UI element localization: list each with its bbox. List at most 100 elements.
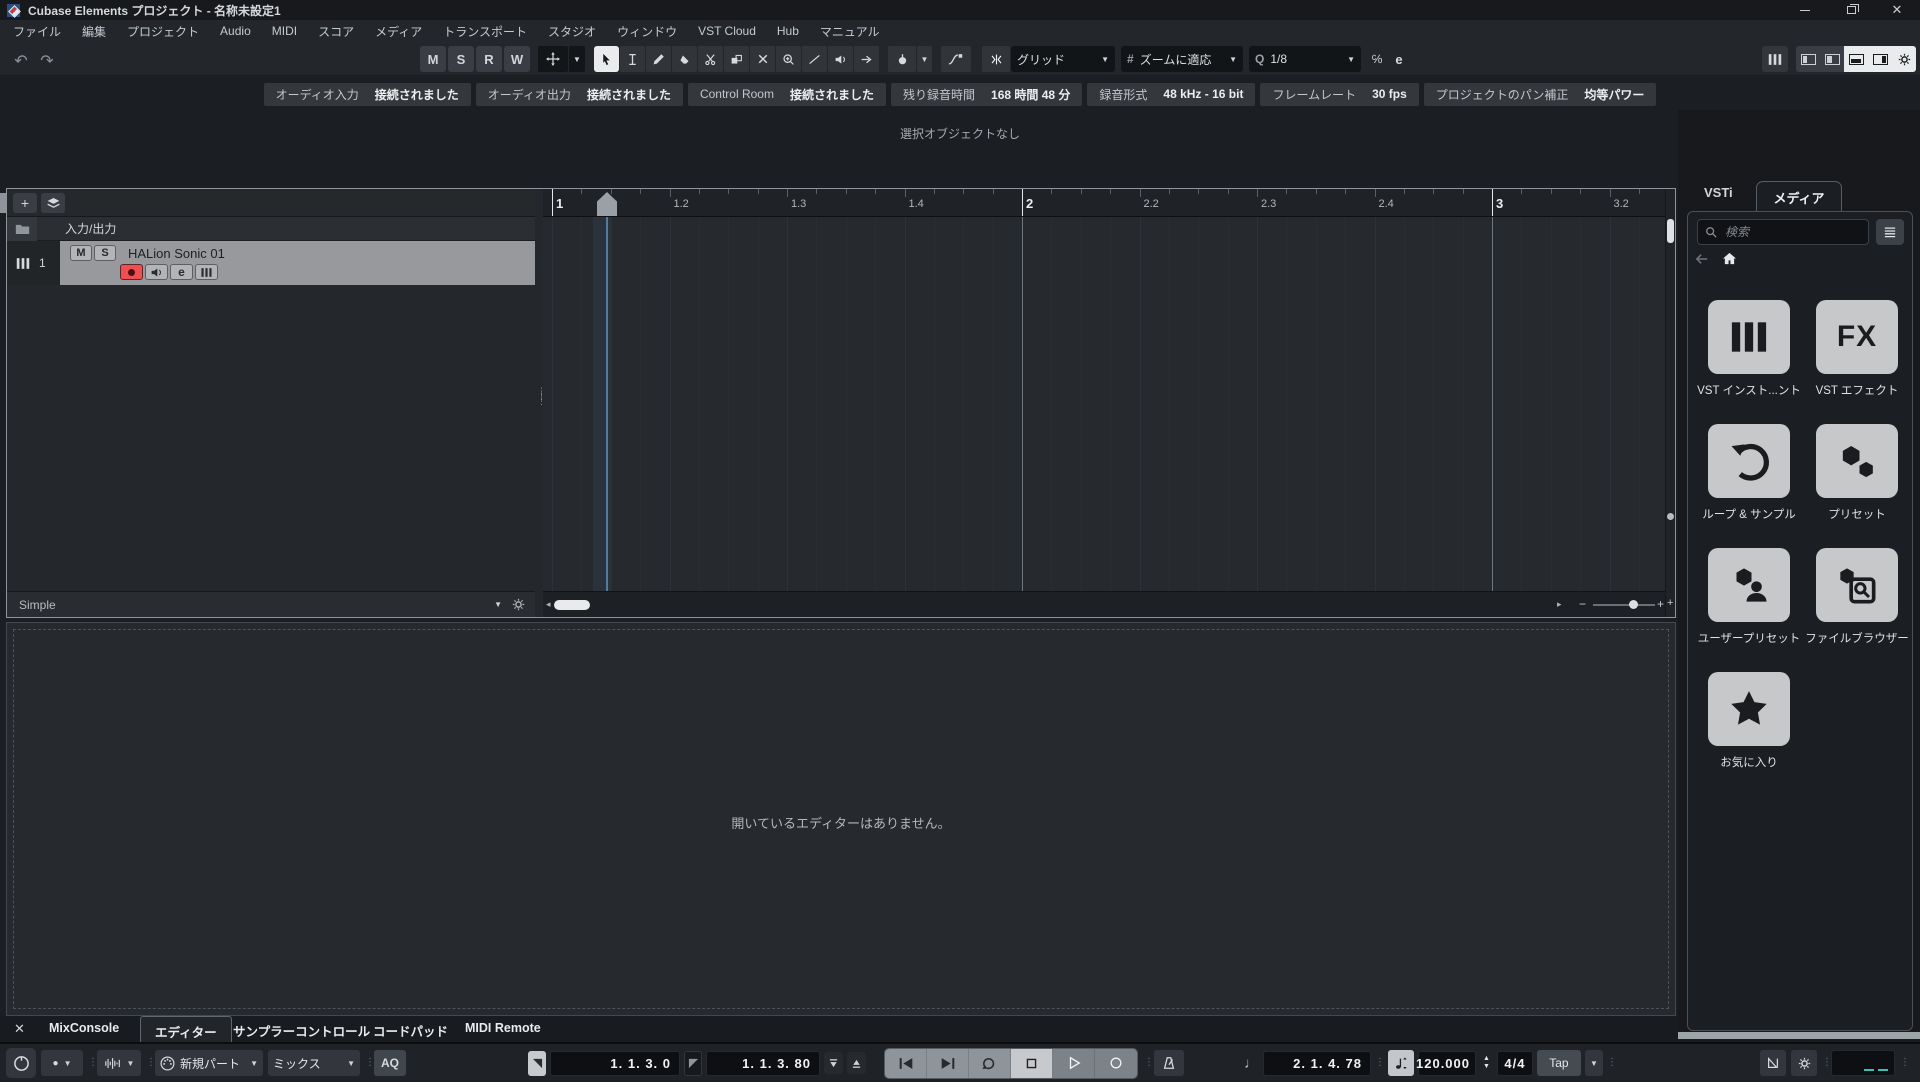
split-tool[interactable] (698, 46, 723, 72)
transport-setup-button[interactable] (1791, 1050, 1817, 1076)
media-tile-button-2[interactable] (1708, 424, 1790, 498)
menu-item-3[interactable]: Audio (220, 24, 251, 38)
visibility-agent-dropdown[interactable]: ▼ (494, 600, 502, 609)
mute-all-button[interactable]: M (420, 46, 446, 72)
zoom-slider-thumb[interactable] (1629, 600, 1638, 609)
tempo-track-button[interactable] (1388, 1050, 1414, 1076)
cycle-button[interactable] (969, 1048, 1011, 1078)
midi-cycle-record-mode-button[interactable]: ミックス ▼ (268, 1050, 360, 1076)
record-button[interactable] (1095, 1048, 1137, 1078)
undo-button[interactable]: ↶ (10, 48, 32, 74)
info-segment-0[interactable]: オーディオ入力 接続されました (263, 82, 471, 106)
lower-zone-tab-0[interactable]: MixConsole (49, 1021, 119, 1035)
goto-left-locator-button[interactable] (528, 1050, 546, 1076)
track-preset-button[interactable] (41, 192, 65, 213)
vertical-scrollbar-thumb[interactable] (1667, 219, 1674, 243)
scroll-right-arrow[interactable]: ▸ (1557, 599, 1562, 610)
track-list-settings-gear-icon[interactable] (512, 598, 525, 611)
draw-tool[interactable] (646, 46, 671, 72)
tempo-display[interactable]: 120.000 (1416, 1050, 1476, 1076)
show-inspector-button[interactable] (1820, 46, 1844, 72)
maximize-button[interactable] (1828, 0, 1874, 20)
lower-zone-tab-2[interactable]: サンプラーコントロール (233, 1021, 370, 1040)
media-search-input[interactable] (1723, 224, 1843, 240)
lower-zone-tab-1[interactable]: エディター (140, 1016, 232, 1042)
zoom-in-button[interactable]: + (1657, 597, 1664, 611)
metronome-click-button[interactable] (1154, 1050, 1184, 1076)
menu-item-5[interactable]: スコア (318, 23, 354, 40)
close-lower-zone-button[interactable]: ✕ (14, 1021, 25, 1037)
scroll-left-arrow[interactable]: ◂ (546, 599, 551, 610)
zoom-tool[interactable] (776, 46, 801, 72)
info-segment-1[interactable]: オーディオ出力 接続されました (475, 82, 683, 106)
erase-tool[interactable] (672, 46, 697, 72)
media-back-button[interactable] (1695, 253, 1709, 265)
horizontal-scrollbar-thumb[interactable] (554, 600, 590, 610)
record-arm-button[interactable] (120, 264, 143, 280)
play-button[interactable] (1053, 1048, 1095, 1078)
on-screen-keyboard-button[interactable] (1762, 46, 1788, 72)
menu-item-8[interactable]: スタジオ (548, 23, 596, 40)
info-segment-4[interactable]: 録音形式 48 kHz - 16 bit (1087, 82, 1256, 106)
menu-item-1[interactable]: 編集 (82, 23, 106, 40)
punch-in-button[interactable] (824, 1052, 843, 1074)
monitor-button[interactable] (145, 264, 168, 280)
menu-item-11[interactable]: Hub (777, 24, 799, 38)
menu-item-9[interactable]: ウィンドウ (617, 23, 677, 40)
stop-button[interactable] (1011, 1048, 1053, 1078)
quantize-panel-button[interactable]: e (1388, 46, 1410, 72)
menu-item-7[interactable]: トランスポート (443, 23, 527, 40)
input-activity-button[interactable] (1760, 1050, 1786, 1076)
close-button[interactable]: ✕ (1874, 0, 1920, 20)
media-tile-button-3[interactable] (1816, 424, 1898, 498)
vertical-zoom-thumb[interactable] (1667, 513, 1674, 520)
left-locator-display[interactable]: 1. 1. 3. 0 (550, 1050, 680, 1076)
glue-tool[interactable] (724, 46, 749, 72)
object-selection-tool[interactable] (594, 46, 619, 72)
constrain-delay-compensation-button[interactable] (6, 1048, 36, 1078)
info-segment-2[interactable]: Control Room 接続されました (687, 82, 886, 106)
midi-record-mode-button[interactable]: 新規パート ▼ (155, 1050, 263, 1076)
window-layout-setup-button[interactable] (1892, 46, 1916, 72)
lower-zone-tab-4[interactable]: MIDI Remote (465, 1021, 541, 1035)
time-signature-display[interactable]: 4/4 (1496, 1050, 1533, 1076)
menu-item-12[interactable]: マニュアル (820, 23, 880, 40)
zoom-out-button[interactable]: − (1579, 597, 1586, 611)
media-search-box[interactable] (1697, 219, 1869, 245)
info-segment-3[interactable]: 残り録音時間 168 時間 48 分 (891, 82, 1083, 106)
media-tile-button-5[interactable] (1816, 548, 1898, 622)
right-zone-resize-handle[interactable] (1678, 1032, 1920, 1039)
range-selection-tool[interactable] (620, 46, 645, 72)
playhead-marker[interactable] (597, 192, 617, 216)
playhead-position-display[interactable]: 2. 1. 4. 78 (1263, 1050, 1371, 1076)
snap-on-off-button[interactable] (982, 46, 1010, 72)
line-tool[interactable] (802, 46, 827, 72)
minimize-button[interactable] (1782, 0, 1828, 20)
show-right-zone-button[interactable] (1868, 46, 1892, 72)
track-mute-button[interactable]: M (70, 245, 92, 261)
color-tool[interactable] (888, 46, 916, 72)
edit-instrument-button[interactable] (195, 264, 218, 280)
mute-tool[interactable] (750, 46, 775, 72)
write-automation-button[interactable]: W (504, 46, 530, 72)
goto-next-marker-button[interactable] (927, 1048, 969, 1078)
snap-type-select[interactable]: グリッド ▼ (1011, 46, 1115, 72)
read-automation-button[interactable]: R (476, 46, 502, 72)
lower-zone-tab-3[interactable]: コードパッド (373, 1021, 448, 1040)
tab-vsti[interactable]: VSTi (1704, 185, 1733, 200)
track-solo-button[interactable]: S (94, 245, 116, 261)
folder-track-row[interactable]: 入力/出力 (7, 216, 535, 241)
common-record-mode-button[interactable]: ● ▼ (41, 1050, 83, 1076)
scrub-tool[interactable] (854, 46, 879, 72)
media-tile-button-0[interactable] (1708, 300, 1790, 374)
arrange-grid[interactable] (543, 217, 1665, 591)
info-segment-5[interactable]: フレームレート 30 fps (1260, 82, 1419, 106)
media-list-view-button[interactable] (1876, 219, 1904, 245)
menu-item-2[interactable]: プロジェクト (127, 23, 199, 40)
auto-quantize-button[interactable]: AQ (374, 1050, 406, 1076)
tap-tempo-button[interactable]: Tap (1536, 1050, 1581, 1076)
tempo-spinner[interactable]: ▲ ▼ (1480, 1055, 1493, 1070)
right-locator-display[interactable]: 1. 1. 3. 80 (706, 1050, 820, 1076)
media-tile-button-4[interactable] (1708, 548, 1790, 622)
track-name[interactable]: HALion Sonic 01 (128, 246, 225, 261)
